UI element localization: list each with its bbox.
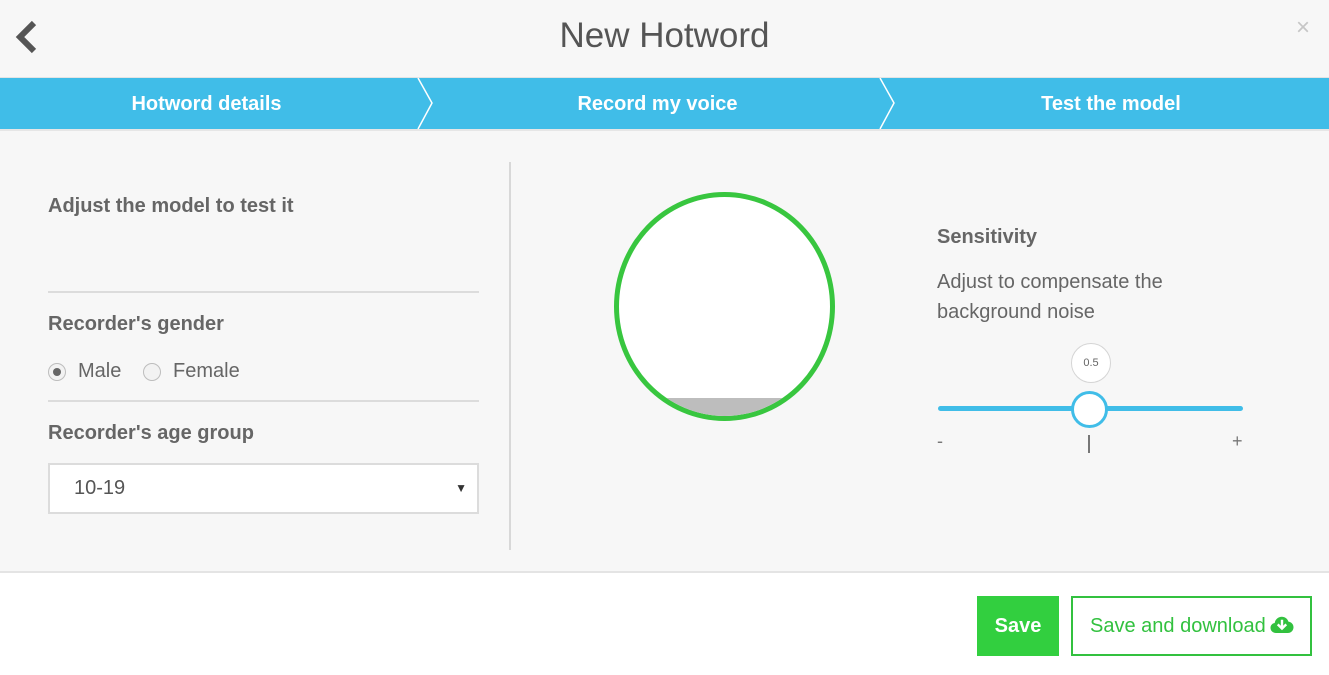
close-icon: × xyxy=(1295,14,1310,41)
age-group-select[interactable]: 10-19 ▼ xyxy=(48,463,479,514)
close-button[interactable]: × xyxy=(1293,16,1313,40)
main-panel: Adjust the model to test it Recorder's g… xyxy=(0,131,1329,573)
wizard-steps: Hotword details Record my voice Test the… xyxy=(0,78,1329,131)
radio-male-label[interactable]: Male xyxy=(78,359,121,383)
slider-max-label: + xyxy=(1232,431,1243,451)
age-group-value: 10-19 xyxy=(74,477,126,499)
chevron-down-icon: ▼ xyxy=(455,481,467,495)
save-and-download-label: Save and download xyxy=(1090,615,1266,637)
step-record-my-voice[interactable]: Record my voice xyxy=(430,78,885,129)
audio-level-indicator xyxy=(619,398,830,416)
save-button[interactable]: Save xyxy=(977,596,1059,656)
gender-label: Recorder's gender xyxy=(48,313,224,335)
divider xyxy=(48,400,479,402)
radio-female-label[interactable]: Female xyxy=(173,359,240,383)
step-test-the-model[interactable]: Test the model xyxy=(893,78,1329,129)
radio-male[interactable] xyxy=(48,363,66,381)
step-hotword-details[interactable]: Hotword details xyxy=(0,78,413,129)
sensitivity-title: Sensitivity xyxy=(937,226,1038,248)
section-heading: Adjust the model to test it xyxy=(48,195,294,217)
record-button[interactable] xyxy=(614,192,835,421)
cloud-download-icon xyxy=(1270,616,1294,633)
age-group-label: Recorder's age group xyxy=(48,422,254,444)
sensitivity-value-bubble: 0.5 xyxy=(1071,343,1111,383)
modal-header: New Hotword × xyxy=(0,0,1329,78)
page-title: New Hotword xyxy=(559,16,770,55)
vertical-divider xyxy=(509,162,511,550)
sensitivity-description: Adjust to compensate the background nois… xyxy=(937,271,1163,323)
sensitivity-slider-handle[interactable] xyxy=(1071,391,1108,428)
slider-min-label: - xyxy=(937,431,943,451)
radio-female[interactable] xyxy=(143,363,161,381)
divider xyxy=(48,291,479,293)
slider-center-tick xyxy=(1088,435,1090,453)
save-and-download-button[interactable]: Save and download xyxy=(1071,596,1312,656)
